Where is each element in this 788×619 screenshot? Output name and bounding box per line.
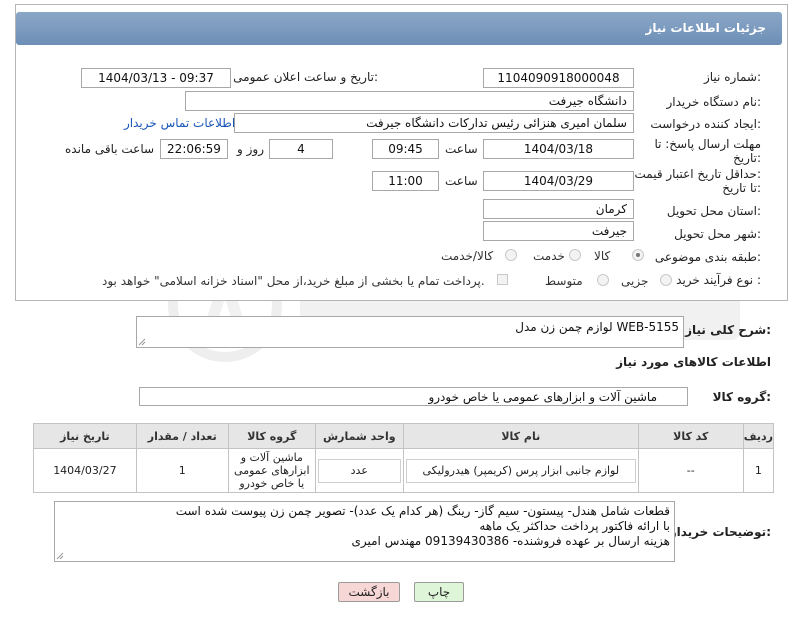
cell-group: ماشین آلات و ابزارهای عمومی یا خاص خودرو [227,448,316,493]
buyer-org-label: نام دستگاه خریدار: [666,95,762,109]
goods-section-title: اطلاعات کالاهای مورد نیاز [616,355,771,369]
category-option-goods: کالا [594,249,611,263]
cell-name: لوازم جانبی ابزار پرس (کریمپر) هیدرولیکی [402,448,639,493]
delivery-city-label: شهر محل تحویل: [674,227,761,241]
need-number-label: شماره نیاز: [703,70,761,84]
price-validity-label-1: حداقل تاریخ اعتبار قیمت: [634,167,761,181]
requester-label: ایجاد کننده درخواست: [650,117,761,131]
panel-header: جزئیات اطلاعات نیاز [16,12,782,45]
goods-group-field: ماشین آلات و ابزارهای عمومی یا خاص خودرو [139,387,688,406]
category-radio-goods-service[interactable] [505,249,517,261]
reply-deadline-label-1: مهلت ارسال پاسخ: تا [654,137,761,151]
col-header-name: نام کالا [402,423,639,449]
cell-date: 1404/03/27 [33,448,137,493]
cell-row: 1 [742,448,775,493]
buyer-notes-label: توضیحات خریدار: [669,525,771,539]
price-validity-time-field: 11:00 [372,171,439,191]
back-button[interactable]: بازگشت [338,582,400,602]
panel-title: جزئیات اطلاعات نیاز [645,21,766,35]
process-radio-minor[interactable] [660,274,672,286]
category-option-goods-service: کالا/خدمت [441,249,494,263]
category-label: طبقه بندی موضوعی: [654,250,761,264]
remaining-label: ساعت باقی مانده [65,142,155,156]
category-radio-goods[interactable] [632,249,644,261]
reply-days-field: 4 [269,139,333,159]
col-header-group: گروه کالا [227,423,316,449]
resize-grip-icon[interactable] [56,552,64,560]
process-option-minor: جزیی [621,274,649,288]
process-option-medium: متوسط [545,274,583,288]
cell-unit-text: عدد [317,458,401,483]
delivery-city-field: جیرفت [483,221,634,241]
buyer-notes-textarea: قطعات شامل هندل- پیستون- سیم گاز- رینگ (… [54,501,675,562]
summary-text: لوازم چمن زن مدل WEB-5155 [515,320,679,334]
price-validity-label-2: تا تاریخ: [722,181,761,195]
days-label: روز و [237,142,264,156]
buyer-org-field: دانشگاه جیرفت [185,91,634,111]
summary-textarea: لوازم چمن زن مدل WEB-5155 [136,316,684,348]
goods-group-label: گروه کالا: [712,390,771,404]
col-header-row: ردیف [742,423,775,449]
reply-deadline-date-field: 1404/03/18 [483,139,634,159]
reply-deadline-time-label: ساعت [445,142,478,156]
col-header-qty: تعداد / مقدار [135,423,229,449]
treasury-checkbox[interactable] [497,274,508,285]
buyer-notes-line: قطعات شامل هندل- پیستون- سیم گاز- رینگ (… [175,504,670,518]
announce-datetime-field: 1404/03/13 - 09:37 [81,68,231,88]
requester-field: سلمان امیری هنزائی رئیس تدارکات دانشگاه … [234,113,634,133]
col-header-code: کد کالا [637,423,744,449]
price-validity-time-label: ساعت [445,174,478,188]
summary-label: شرح کلی نیاز: [685,323,771,337]
need-number-field: 1104090918000048 [483,68,634,88]
category-radio-service[interactable] [569,249,581,261]
table-row: 1 -- لوازم جانبی ابزار پرس (کریمپر) هیدر… [33,448,775,493]
reply-deadline-label-2: تاریخ: [733,151,761,165]
buyer-notes-line: با ارائه فاکتور پرداخت حداکثر یک ماهه [479,519,670,533]
announce-datetime-label: تاریخ و ساعت اعلان عمومی: [233,70,378,84]
process-radio-medium[interactable] [597,274,609,286]
process-label: نوع فرآیند خرید : [676,273,761,287]
buyer-contact-link[interactable]: اطلاعات تماس خریدار [124,116,235,130]
goods-table-header: ردیف کد کالا نام کالا واحد شمارش گروه کا… [33,423,775,449]
delivery-province-label: استان محل تحویل: [666,204,761,218]
delivery-province-field: کرمان [483,199,634,219]
treasury-note: پرداخت تمام یا بخشی از مبلغ خرید،از محل … [102,274,485,288]
cell-qty: 1 [135,448,229,493]
col-header-unit: واحد شمارش [314,423,404,449]
resize-grip-icon[interactable] [138,338,146,346]
cell-code: -- [637,448,744,493]
buyer-notes-line: هزینه ارسال بر عهده فروشنده- 09139430386… [351,534,670,548]
col-header-date: تاریخ نیاز [33,423,137,449]
cell-unit: عدد [314,448,404,493]
category-option-service: خدمت [533,249,565,263]
reply-deadline-time-field: 09:45 [372,139,439,159]
remaining-time-field: 22:06:59 [160,139,228,159]
goods-table: ردیف کد کالا نام کالا واحد شمارش گروه کا… [33,423,775,493]
price-validity-date-field: 1404/03/29 [483,171,634,191]
print-button[interactable]: چاپ [414,582,464,602]
cell-name-text: لوازم جانبی ابزار پرس (کریمپر) هیدرولیکی [405,458,636,483]
